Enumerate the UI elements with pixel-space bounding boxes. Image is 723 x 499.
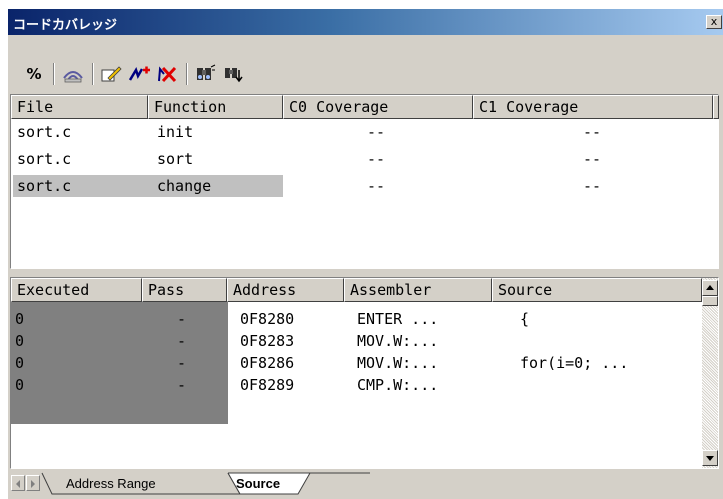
column-header-function[interactable]: Function: [148, 95, 283, 119]
scroll-thumb[interactable]: [702, 296, 718, 306]
edit-icon: [101, 66, 122, 82]
toolbar: %: [8, 35, 723, 93]
coverage-range-button[interactable]: [60, 63, 86, 85]
pass-cell: -: [177, 310, 187, 328]
tab-source[interactable]: Source: [236, 476, 280, 491]
column-header-executed[interactable]: Executed: [11, 278, 142, 302]
scroll-up-button[interactable]: [702, 280, 718, 296]
pass-cell: -: [177, 332, 187, 350]
executed-cell: 0: [15, 310, 25, 328]
table-row[interactable]: sort.c sort -- --: [11, 148, 718, 170]
down-arrow-icon: [706, 456, 714, 461]
table-row[interactable]: 0 - 0F8289 CMP.W:...: [11, 374, 701, 396]
tab-strip: Address Range Source: [8, 471, 723, 499]
address-cell: 0F8283: [240, 332, 295, 350]
find-next-icon: [225, 68, 243, 83]
c1-coverage-cell: --: [583, 123, 602, 141]
assembler-cell: MOV.W:...: [357, 354, 439, 372]
find-button[interactable]: [192, 63, 218, 85]
percent-button[interactable]: %: [21, 63, 47, 85]
coverage-range-icon: [63, 71, 83, 83]
source-coverage-list[interactable]: Executed Pass Address Assembler Source 0…: [10, 277, 719, 469]
delete-button[interactable]: [154, 63, 180, 85]
find-next-button[interactable]: [220, 63, 246, 85]
address-cell: 0F8289: [240, 376, 295, 394]
pass-cell: -: [177, 376, 187, 394]
function-cell: init: [157, 123, 194, 141]
window-title: コードカバレッジ: [13, 18, 118, 33]
tab-scroll-right-button[interactable]: [26, 475, 40, 491]
table-row[interactable]: 0 - 0F8283 MOV.W:...: [11, 330, 701, 352]
column-header-filler: [713, 95, 719, 119]
table-row-selected[interactable]: sort.c change -- --: [11, 175, 718, 197]
column-header-source[interactable]: Source: [492, 278, 702, 302]
add-button[interactable]: [126, 63, 152, 85]
c1-coverage-cell: --: [583, 177, 602, 195]
file-cell: sort.c: [17, 150, 72, 168]
pass-cell: -: [177, 354, 187, 372]
c1-coverage-cell: --: [583, 150, 602, 168]
tab-scroll-left-button[interactable]: [11, 475, 25, 491]
column-header-assembler[interactable]: Assembler: [344, 278, 492, 302]
left-arrow-icon: [16, 480, 20, 488]
table-row[interactable]: 0 - 0F8286 MOV.W:... for(i=0; ...: [11, 352, 701, 374]
table-row[interactable]: sort.c init -- --: [11, 121, 718, 143]
close-button[interactable]: x: [706, 15, 722, 29]
assembler-cell: CMP.W:...: [357, 376, 439, 394]
assembler-cell: ENTER ...: [357, 310, 439, 328]
find-icon: [197, 64, 216, 80]
function-cell: change: [157, 177, 212, 195]
executed-cell: 0: [15, 354, 25, 372]
vertical-scrollbar[interactable]: [702, 278, 718, 468]
toolbar-separator: [186, 63, 188, 85]
delete-icon: [158, 66, 177, 83]
title-bar[interactable]: コードカバレッジ x: [8, 9, 723, 35]
source-cell: {: [520, 310, 530, 328]
up-arrow-icon: [706, 285, 714, 290]
toolbar-separator: [92, 63, 94, 85]
column-header-address[interactable]: Address: [227, 278, 344, 302]
table-row[interactable]: 0 - 0F8280 ENTER ... {: [11, 308, 701, 330]
c0-coverage-cell: --: [367, 150, 386, 168]
tab-address-range[interactable]: Address Range: [66, 476, 156, 491]
percent-label: %: [26, 65, 42, 83]
file-cell: sort.c: [17, 123, 72, 141]
executed-cell: 0: [15, 376, 25, 394]
code-coverage-window: コードカバレッジ x % File Function C0 Coverage C…: [7, 8, 723, 499]
column-header-c1-coverage[interactable]: C1 Coverage: [473, 95, 713, 119]
column-header-pass[interactable]: Pass: [142, 278, 227, 302]
pane-splitter[interactable]: [8, 269, 723, 277]
assembler-cell: MOV.W:...: [357, 332, 439, 350]
address-cell: 0F8286: [240, 354, 295, 372]
c0-coverage-cell: --: [367, 177, 386, 195]
right-arrow-icon: [31, 480, 35, 488]
column-header-file[interactable]: File: [11, 95, 148, 119]
column-header-c0-coverage[interactable]: C0 Coverage: [283, 95, 473, 119]
c0-coverage-cell: --: [367, 123, 386, 141]
executed-cell: 0: [15, 332, 25, 350]
edit-button[interactable]: [98, 63, 124, 85]
toolbar-separator: [53, 63, 55, 85]
file-cell: sort.c: [17, 177, 72, 195]
scroll-down-button[interactable]: [702, 450, 718, 466]
address-cell: 0F8280: [240, 310, 295, 328]
add-icon: [128, 66, 150, 81]
source-cell: for(i=0; ...: [520, 354, 629, 372]
function-coverage-list[interactable]: File Function C0 Coverage C1 Coverage so…: [10, 94, 719, 269]
function-cell: sort: [157, 150, 194, 168]
